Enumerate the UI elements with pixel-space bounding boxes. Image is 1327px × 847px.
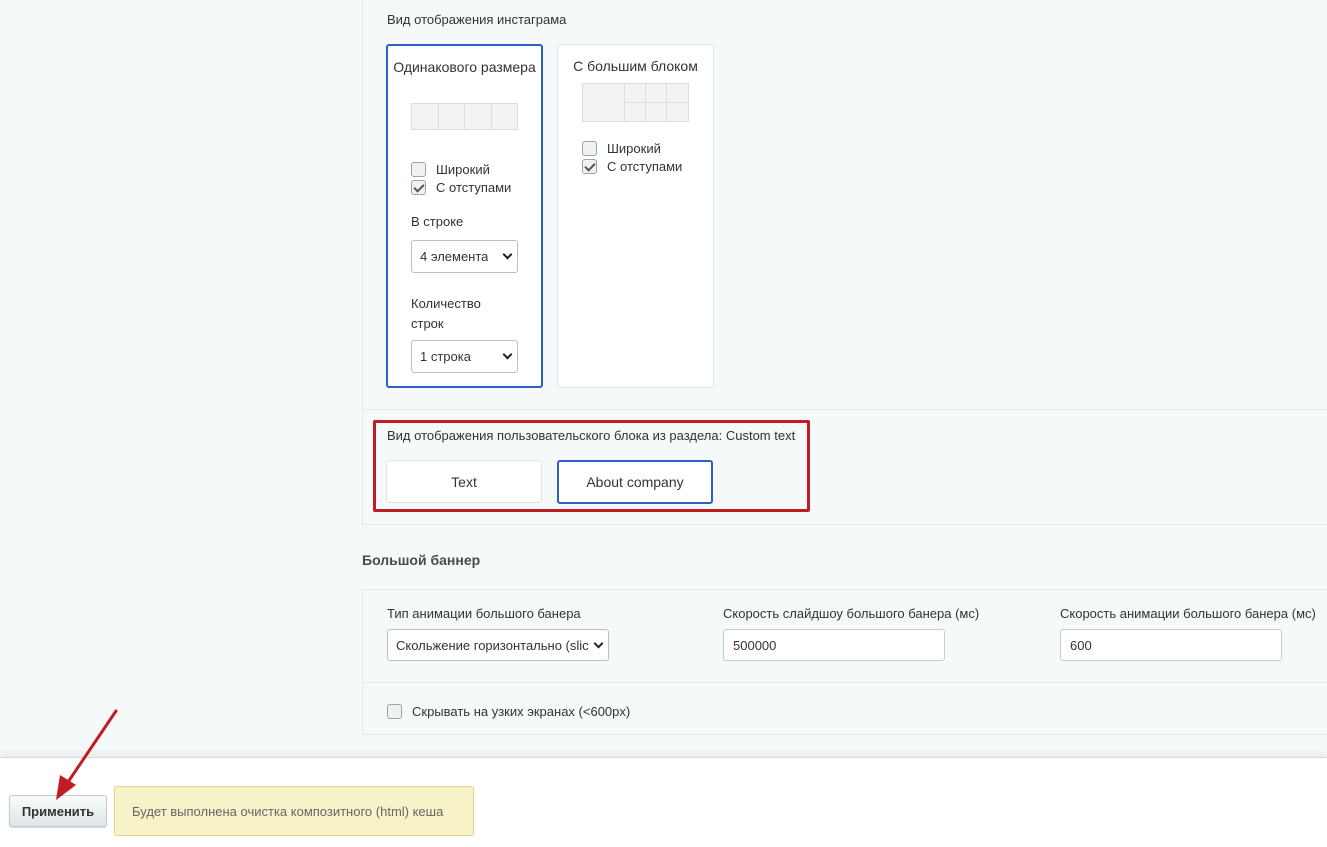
animation-type-select[interactable]: Скольжение горизонтально (slic [387,629,609,661]
option-title: Одинакового размера [393,59,536,75]
checkbox-row-wide[interactable]: Широкий [411,160,490,178]
annotation-arrow-icon [56,709,118,800]
option-title: С большим блоком [573,58,698,74]
checkbox-label: Широкий [607,140,661,156]
big-banner-panel: Тип анимации большого банера Скольжение … [362,589,1327,735]
checkbox-label: С отступами [436,179,512,195]
checkbox-wide[interactable] [582,140,597,156]
instagram-section-label: Вид отображения инстаграма [387,12,567,27]
footer-bar: Применить Будет выполнена очистка композ… [0,757,1327,847]
animation-type-label: Тип анимации большого банера [387,606,581,621]
select-value: 1 строка [420,349,471,364]
custom-block-option-text[interactable]: Text [386,460,542,503]
checkbox-spacing[interactable] [411,179,426,195]
custom-block-option-about-company[interactable]: About company [557,460,713,504]
grid-preview-equal [411,103,518,130]
grid-preview-big-block [582,83,689,122]
checkbox-spacing[interactable] [582,158,597,174]
cache-notice: Будет выполнена очистка композитного (ht… [114,786,474,836]
big-banner-title: Большой баннер [362,552,481,568]
rows-count-label: Количество строк [411,296,481,331]
divider [363,682,1327,683]
custom-block-label: Вид отображения пользовательского блока … [387,428,796,443]
slideshow-speed-input[interactable]: 500000 [723,629,945,661]
instagram-section: Вид отображения инстаграма Одинакового р… [362,0,1327,409]
select-value: 4 элемента [420,249,489,264]
checkbox-row-spacing[interactable]: С отступами [582,157,682,175]
checkbox-wide[interactable] [411,161,426,177]
chevron-down-icon [502,349,513,360]
instagram-option-big-block[interactable]: С большим блоком Широкий С отступами [557,44,714,388]
hide-narrow-row[interactable]: Скрывать на узких экранах (<600px) [387,702,630,720]
instagram-option-equal-size[interactable]: Одинакового размера Широкий С отступами … [386,44,543,388]
chevron-down-icon [502,249,513,260]
checkbox-row-wide[interactable]: Широкий [582,139,661,157]
checkbox-label: С отступами [607,158,683,174]
checkbox-row-spacing[interactable]: С отступами [411,178,511,196]
checkbox-label: Широкий [436,161,490,177]
hide-narrow-label: Скрывать на узких экранах (<600px) [412,703,631,719]
rows-count-select[interactable]: 1 строка [411,340,518,373]
animation-speed-label: Скорость анимации большого банера (мс) [1060,606,1316,621]
per-row-label: В строке [411,214,464,229]
checkbox-hide-narrow[interactable] [387,703,402,719]
select-value: Скольжение горизонтально (slic [396,637,589,653]
slideshow-speed-label: Скорость слайдшоу большого банера (мс) [723,606,980,621]
animation-speed-input[interactable]: 600 [1060,629,1282,661]
chevron-down-icon [593,638,604,648]
per-row-select[interactable]: 4 элемента [411,240,518,273]
